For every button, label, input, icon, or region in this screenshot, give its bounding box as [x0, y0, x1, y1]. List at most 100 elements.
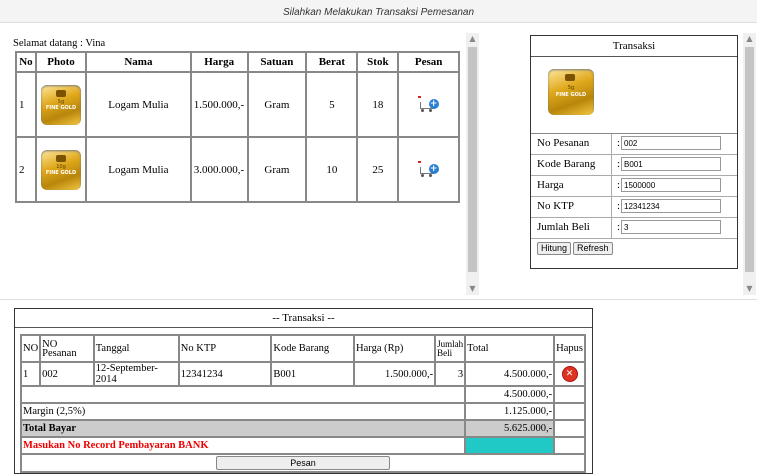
cell-no: 1: [21, 362, 41, 386]
col-no-pesanan: NO Pesanan: [40, 335, 94, 362]
transaksi-table: NO NO Pesanan Tanggal No KTP Kode Barang…: [20, 334, 586, 473]
cell-hapus: ✕: [554, 362, 585, 386]
transaksi-summary-title: -- Transaksi --: [15, 309, 592, 328]
gold-bar-icon: 5g FINE GOLD: [40, 84, 81, 125]
product-berat: 5: [306, 72, 358, 137]
col-no: NO: [21, 335, 41, 362]
form-buttons: Hitung Refresh: [531, 239, 737, 259]
bank-record-input[interactable]: [465, 437, 555, 454]
col-nama: Nama: [86, 52, 191, 72]
product-berat: 10: [306, 137, 358, 202]
product-photo: 10g FINE GOLD: [35, 137, 87, 202]
col-photo: Photo: [35, 52, 87, 72]
col-no-ktp: No KTP: [178, 335, 272, 362]
bank-row: Masukan No Record Pembayaran BANK: [21, 437, 585, 454]
col-kode-barang: Kode Barang: [271, 335, 355, 362]
col-berat: Berat: [306, 52, 358, 72]
product-pesan: +: [398, 137, 459, 202]
product-nama: Logam Mulia: [86, 137, 191, 202]
hitung-button[interactable]: Hitung: [537, 242, 572, 255]
cell-total: 4.500.000,-: [465, 362, 555, 386]
form-scrollbar[interactable]: ▲ ▼: [743, 33, 756, 295]
field-kode-barang: Kode Barang :: [531, 155, 737, 176]
add-to-cart-icon[interactable]: +: [417, 160, 440, 179]
transaksi-form-title: Transaksi: [531, 36, 737, 57]
field-label: No Pesanan: [537, 137, 590, 149]
bank-prompt: Masukan No Record Pembayaran BANK: [21, 437, 466, 454]
scroll-down-icon[interactable]: ▼: [743, 283, 756, 295]
total-label: Total Bayar: [21, 420, 466, 437]
harga-input[interactable]: [621, 178, 721, 192]
scroll-up-icon[interactable]: ▲: [743, 33, 756, 45]
product-satuan: Gram: [247, 72, 307, 137]
product-no: 1: [16, 72, 36, 137]
col-stok: Stok: [357, 52, 399, 72]
field-no-pesanan: No Pesanan :: [531, 134, 737, 155]
subtotal-row: 4.500.000,-: [21, 386, 585, 403]
no-ktp-input[interactable]: [621, 199, 721, 213]
product-satuan: Gram: [247, 137, 307, 202]
submit-row: Pesan: [21, 454, 585, 472]
jumlah-beli-input[interactable]: [621, 220, 721, 234]
transaksi-header-row: NO NO Pesanan Tanggal No KTP Kode Barang…: [21, 335, 585, 362]
scroll-up-icon[interactable]: ▲: [466, 33, 479, 45]
product-header-row: No Photo Nama Harga Satuan Berat Stok Pe…: [16, 52, 459, 72]
cell-no-ktp: 12341234: [178, 362, 272, 386]
welcome-text: Selamat datang : Vina: [13, 38, 106, 49]
field-harga: Harga :: [531, 176, 737, 197]
col-pesan: Pesan: [398, 52, 459, 72]
product-photo: 5g FINE GOLD: [35, 72, 87, 137]
margin-value: 1.125.000,-: [465, 403, 555, 420]
product-stok: 18: [357, 72, 399, 137]
cell-no-pesanan: 002: [40, 362, 94, 386]
field-label: Kode Barang: [537, 158, 596, 170]
field-jumlah-beli: Jumlah Beli :: [531, 218, 737, 239]
product-table: No Photo Nama Harga Satuan Berat Stok Pe…: [15, 51, 460, 203]
header-bar: Silahkan Melakukan Transaksi Pemesanan: [0, 0, 757, 23]
col-harga: Harga (Rp): [354, 335, 436, 362]
cell-jumlah: 3: [435, 362, 466, 386]
margin-row: Margin (2,5%) 1.125.000,-: [21, 403, 585, 420]
col-hapus: Hapus: [554, 335, 585, 362]
pesan-button[interactable]: Pesan: [216, 456, 390, 470]
scroll-down-icon[interactable]: ▼: [466, 283, 479, 295]
refresh-button[interactable]: Refresh: [573, 242, 613, 255]
subtotal-label: [21, 386, 466, 403]
gold-bar-icon: 10g FINE GOLD: [40, 149, 81, 190]
total-value: 5.625.000,-: [465, 420, 555, 437]
product-nama: Logam Mulia: [86, 72, 191, 137]
product-no: 2: [16, 137, 36, 202]
col-jumlah-beli: Jumlah Beli: [435, 335, 466, 362]
no-pesanan-input[interactable]: [621, 136, 721, 150]
transaksi-photo: 5g FINE GOLD: [531, 57, 737, 134]
margin-label: Margin (2,5%): [21, 403, 466, 420]
kode-barang-input[interactable]: [621, 157, 721, 171]
page-title: Silahkan Melakukan Transaksi Pemesanan: [282, 7, 475, 18]
scroll-thumb[interactable]: [468, 47, 477, 272]
gold-bar-icon: 5g FINE GOLD: [548, 69, 594, 115]
product-row: 1 5g FINE GOLD Logam Mulia 1.500.000,- Gr…: [16, 72, 459, 137]
field-no-ktp: No KTP :: [531, 197, 737, 218]
delete-icon[interactable]: ✕: [562, 367, 577, 381]
product-scrollbar[interactable]: ▲ ▼: [466, 33, 479, 295]
product-pesan: +: [398, 72, 459, 137]
product-harga: 1.500.000,-: [190, 72, 248, 137]
cell-tanggal: 12-September-2014: [93, 362, 179, 386]
product-stok: 25: [357, 137, 399, 202]
field-label: Harga: [537, 179, 564, 191]
total-row: Total Bayar 5.625.000,-: [21, 420, 585, 437]
cell-kode-barang: B001: [271, 362, 355, 386]
col-harga: Harga: [190, 52, 248, 72]
field-label: No KTP: [537, 200, 574, 212]
col-no: No: [16, 52, 36, 72]
table-row: 1 002 12-September-2014 12341234 B001 1.…: [21, 362, 585, 386]
product-row: 2 10g FINE GOLD Logam Mulia 3.000.000,- G…: [16, 137, 459, 202]
divider: [0, 299, 757, 300]
field-label: Jumlah Beli: [537, 221, 590, 233]
subtotal-value: 4.500.000,-: [465, 386, 555, 403]
scroll-thumb[interactable]: [745, 47, 754, 272]
add-to-cart-icon[interactable]: +: [417, 95, 440, 114]
col-tanggal: Tanggal: [93, 335, 179, 362]
transaksi-summary: -- Transaksi -- NO NO Pesanan Tanggal No…: [14, 308, 593, 474]
col-total: Total: [465, 335, 555, 362]
